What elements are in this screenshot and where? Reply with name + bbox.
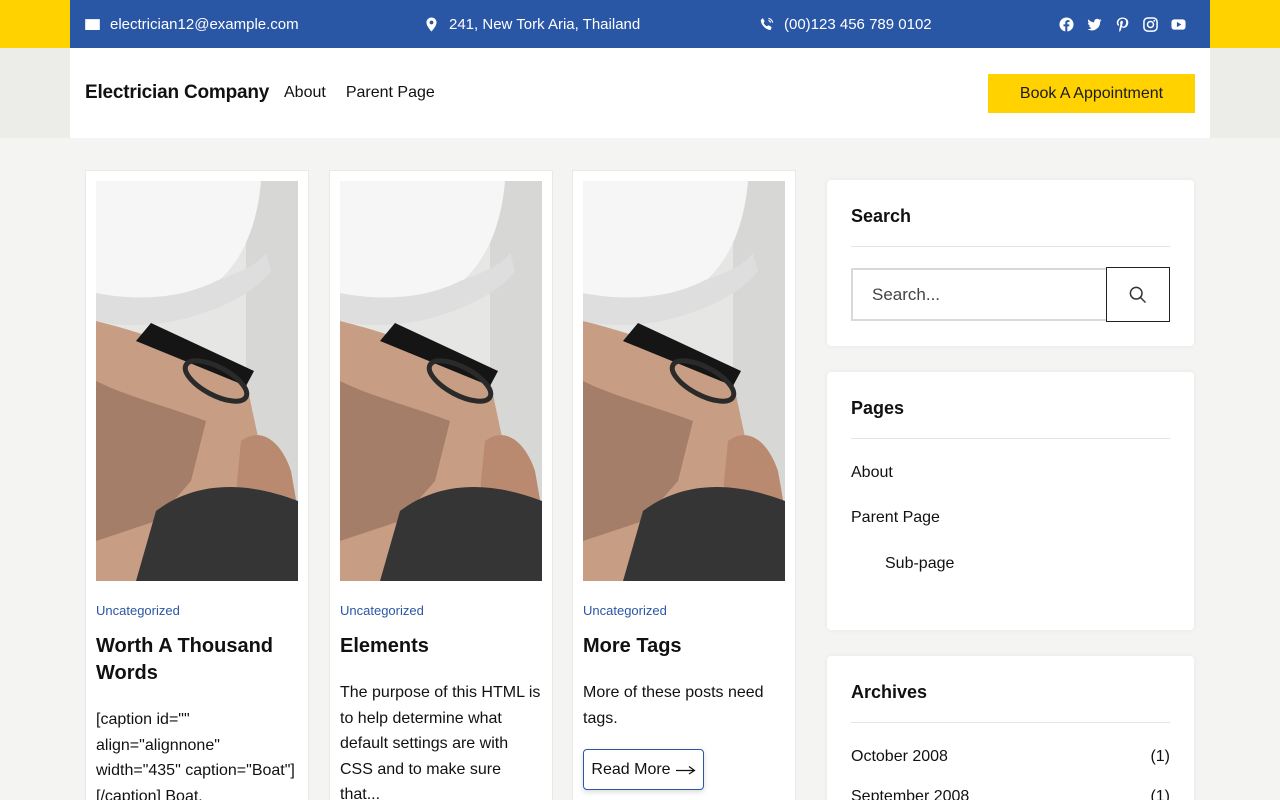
post-card: Uncategorized More Tags More of these po… <box>572 170 796 800</box>
electrician-photo <box>96 181 298 581</box>
archive-link[interactable]: October 2008 <box>851 748 948 766</box>
arrow-right-icon <box>675 765 696 775</box>
address-text: 241, New Tork Aria, Thailand <box>449 15 641 33</box>
archive-count: (1) <box>1150 748 1170 765</box>
book-appointment-button[interactable]: Book A Appointment <box>988 74 1195 113</box>
read-more-label: Read More <box>591 760 671 778</box>
phone-icon <box>760 17 774 30</box>
email-text: electrician12@example.com <box>110 15 299 33</box>
main-menu: About Parent Page <box>284 48 435 138</box>
search-widget: Search Search... <box>827 180 1194 346</box>
nav-item-parent-page[interactable]: Parent Page <box>346 84 435 102</box>
post-category[interactable]: Uncategorized <box>583 603 667 618</box>
electrician-photo <box>583 181 785 581</box>
page-link-about[interactable]: About <box>851 464 893 482</box>
phone-text: (00)123 456 789 0102 <box>784 15 932 33</box>
widget-divider <box>851 246 1170 247</box>
archive-count: (1) <box>1150 788 1170 800</box>
search-button[interactable] <box>1106 267 1170 322</box>
map-marker-icon <box>426 16 437 32</box>
site-brand[interactable]: Electrician Company <box>85 48 269 138</box>
twitter-icon[interactable] <box>1087 17 1102 32</box>
electrician-photo <box>340 181 542 581</box>
post-thumbnail[interactable] <box>96 181 298 581</box>
post-excerpt: The purpose of this HTML is to help dete… <box>340 684 541 800</box>
search-icon <box>1129 286 1147 303</box>
youtube-icon[interactable] <box>1171 17 1186 32</box>
social-links <box>1059 0 1186 48</box>
envelope-icon <box>85 18 100 30</box>
pages-widget: Pages About Parent Page Sub-page <box>827 372 1194 630</box>
read-more-button[interactable]: Read More <box>583 749 704 790</box>
post-category[interactable]: Uncategorized <box>96 603 180 618</box>
page-link-sub-page[interactable]: Sub-page <box>885 555 954 573</box>
post-excerpt: [caption id="" align="alignnone" width="… <box>96 711 295 800</box>
post-card: Uncategorized Elements The purpose of th… <box>329 170 553 800</box>
instagram-icon[interactable] <box>1143 16 1158 32</box>
archives-widget: Archives October 2008 (1) September 2008… <box>827 656 1194 800</box>
post-thumbnail[interactable] <box>340 181 542 581</box>
post-title[interactable]: More Tags <box>583 633 783 660</box>
pinterest-icon[interactable] <box>1115 16 1130 32</box>
post-title[interactable]: Worth A Thousand Words <box>96 633 296 687</box>
post-thumbnail[interactable] <box>583 181 785 581</box>
widget-divider <box>851 722 1170 723</box>
address-contact: 241, New Tork Aria, Thailand <box>424 0 640 48</box>
phone-contact[interactable]: (00)123 456 789 0102 <box>759 0 932 48</box>
widget-divider <box>851 438 1170 439</box>
email-contact[interactable]: electrician12@example.com <box>85 0 299 48</box>
post-excerpt: More of these posts need tags. <box>583 684 764 727</box>
archive-link[interactable]: September 2008 <box>851 788 969 800</box>
post-card: Uncategorized Worth A Thousand Words [ca… <box>85 170 309 800</box>
facebook-icon[interactable] <box>1059 16 1074 32</box>
widget-title-pages: Pages <box>851 398 905 418</box>
widget-title-search: Search <box>851 206 912 226</box>
main-header: Electrician Company About Parent Page Bo… <box>70 48 1210 138</box>
post-category[interactable]: Uncategorized <box>340 603 424 618</box>
nav-item-about[interactable]: About <box>284 84 326 102</box>
widget-title-archives: Archives <box>851 682 928 702</box>
search-input[interactable]: Search... <box>851 268 1108 321</box>
page-link-parent-page[interactable]: Parent Page <box>851 509 940 527</box>
post-title[interactable]: Elements <box>340 633 540 660</box>
top-info-bar: electrician12@example.com 241, New Tork … <box>70 0 1210 48</box>
